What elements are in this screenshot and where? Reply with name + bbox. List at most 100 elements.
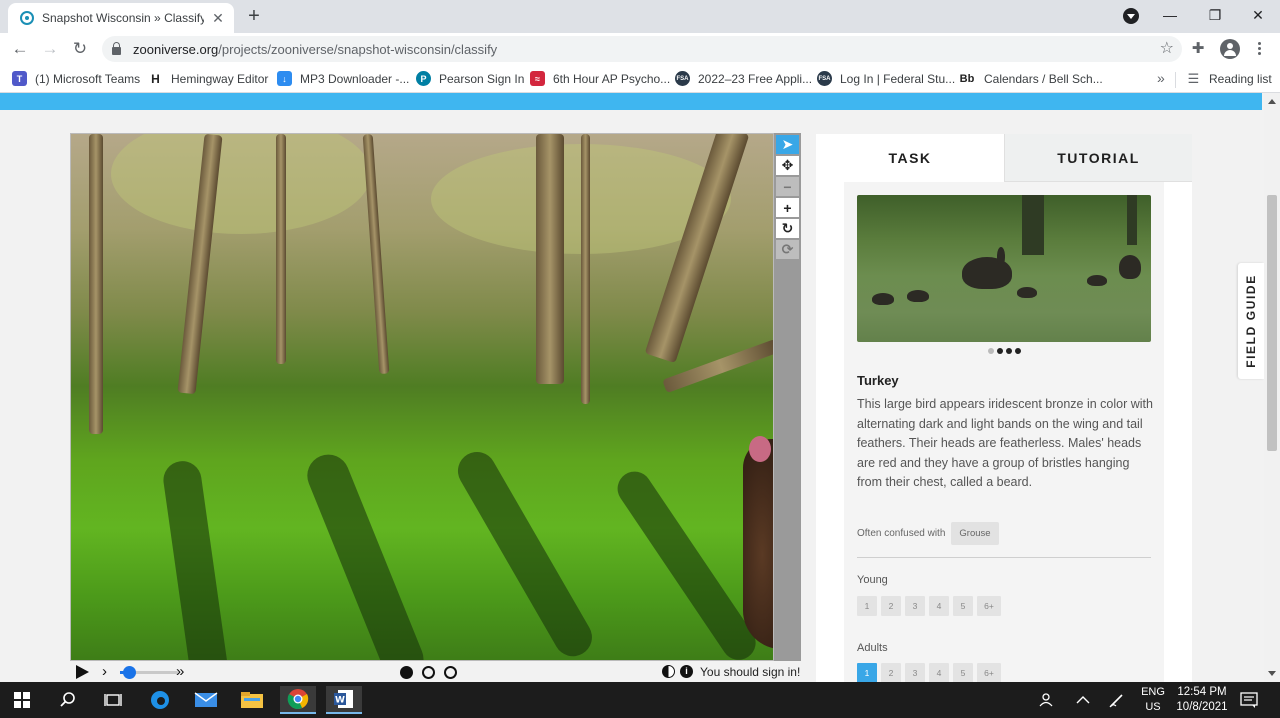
system-clock[interactable]: 12:54 PM 10/8/2021 <box>1172 685 1232 715</box>
bookmark-item-pearson[interactable]: P Pearson Sign In <box>416 71 524 86</box>
browser-tab-active[interactable]: Snapshot Wisconsin » Classify — ✕ <box>8 3 234 33</box>
adults-option[interactable]: 4 <box>929 663 949 682</box>
frame-dot-1[interactable] <box>400 666 413 679</box>
young-option[interactable]: 1 <box>857 596 877 616</box>
scroll-up-arrow-icon[interactable] <box>1268 99 1276 104</box>
bookmark-item-psych[interactable]: ≈ 6th Hour AP Psycho... <box>530 71 670 86</box>
reset-icon[interactable]: ⟳ <box>776 240 799 259</box>
playback-speed-slider[interactable] <box>120 666 178 679</box>
photo-poult <box>872 293 894 305</box>
tray-expand-chevron-icon[interactable] <box>1076 682 1090 718</box>
contrast-icon[interactable] <box>662 665 675 678</box>
back-arrow-icon[interactable]: ← <box>8 37 32 61</box>
tab-task[interactable]: TASK <box>816 134 1004 182</box>
profile-avatar-icon[interactable] <box>1220 39 1240 59</box>
bookmark-label: MP3 Downloader -... <box>300 71 410 86</box>
select-tool-arrow-icon[interactable]: ➤ <box>776 135 799 154</box>
play-icon[interactable] <box>76 665 89 679</box>
browser-menu-icon[interactable] <box>1252 40 1266 58</box>
edge-browser-icon[interactable] <box>142 686 178 714</box>
adults-option[interactable]: 6+ <box>977 663 1001 682</box>
people-icon[interactable] <box>1038 682 1056 718</box>
young-option[interactable]: 4 <box>929 596 949 616</box>
window-minimize-icon[interactable]: — <box>1155 4 1185 26</box>
clock-date: 10/8/2021 <box>1176 701 1228 713</box>
notifications-icon[interactable] <box>1240 682 1258 718</box>
species-name: Turkey <box>857 373 899 388</box>
file-explorer-icon[interactable] <box>234 686 270 714</box>
confused-with-label: Often confused with <box>857 528 946 539</box>
adults-option[interactable]: 1 <box>857 663 877 682</box>
bookmark-star-icon[interactable]: ☆ <box>1160 38 1174 58</box>
language-indicator[interactable]: ENG US <box>1138 685 1168 715</box>
chrome-icon[interactable] <box>280 686 316 714</box>
carousel-dot[interactable] <box>996 348 1003 354</box>
tab-close-icon[interactable]: ✕ <box>210 10 226 27</box>
search-icon[interactable] <box>50 686 86 714</box>
photo-turkey <box>1119 255 1141 279</box>
photo-tree <box>1127 195 1137 245</box>
young-option[interactable]: 3 <box>905 596 925 616</box>
mail-icon[interactable] <box>188 686 224 714</box>
bookmark-item-federal-student[interactable]: FSA Log In | Federal Stu... <box>817 71 955 86</box>
confused-with-row: Often confused with Grouse <box>857 522 999 545</box>
signin-message[interactable]: You should sign in! <box>700 665 800 679</box>
bookmark-item-teams[interactable]: T (1) Microsoft Teams <box>12 71 140 86</box>
window-restore-icon[interactable]: ❐ <box>1200 4 1230 26</box>
forward-arrow-icon[interactable]: → <box>38 37 62 61</box>
scrollbar-thumb[interactable] <box>1267 195 1277 451</box>
zoom-out-minus-icon[interactable]: − <box>776 177 799 196</box>
tab-tutorial[interactable]: TUTORIAL <box>1004 134 1192 182</box>
bookmark-label: 2022–23 Free Appli... <box>698 71 813 86</box>
young-option[interactable]: 6+ <box>977 596 1001 616</box>
pen-icon[interactable] <box>1108 682 1126 718</box>
adults-option[interactable]: 5 <box>953 663 973 682</box>
carousel-dot[interactable] <box>1014 348 1021 354</box>
word-icon[interactable]: W <box>326 686 362 714</box>
photo-turkey-neck <box>997 247 1005 265</box>
bookmarks-divider <box>1175 72 1176 88</box>
bookmark-item-mp3[interactable]: ↓ MP3 Downloader -... <box>277 71 409 86</box>
bookmarks-overflow-icon[interactable]: » <box>1157 70 1165 86</box>
zoom-in-plus-icon[interactable]: + <box>776 198 799 217</box>
subject-image[interactable] <box>70 133 774 661</box>
frame-dot-2[interactable] <box>422 666 435 679</box>
bookmark-item-hemingway[interactable]: H Hemingway Editor <box>148 71 268 86</box>
species-description: This large bird appears iridescent bronz… <box>857 397 1153 490</box>
species-example-photo[interactable] <box>857 195 1151 342</box>
tab-search-icon[interactable] <box>1123 8 1139 24</box>
new-tab-plus-icon[interactable]: + <box>243 4 265 28</box>
young-option[interactable]: 5 <box>953 596 973 616</box>
young-label: Young <box>857 574 888 586</box>
confused-species-button[interactable]: Grouse <box>951 522 999 545</box>
url-host: zooniverse.org <box>133 41 219 57</box>
rotate-icon[interactable]: ↻ <box>776 219 799 238</box>
field-guide-tab[interactable]: FIELD GUIDE <box>1238 263 1264 379</box>
step-back-icon[interactable]: › <box>102 663 107 680</box>
bookmark-item-fafsa[interactable]: FSA 2022–23 Free Appli... <box>675 71 812 86</box>
tree-trunk <box>581 134 590 404</box>
address-bar[interactable]: zooniverse.org /projects/zooniverse/snap… <box>102 36 1182 62</box>
reload-icon[interactable]: ↻ <box>68 37 92 61</box>
bookmark-item-calendars[interactable]: Bb Calendars / Bell Sch... <box>958 71 1103 86</box>
scroll-down-arrow-icon[interactable] <box>1268 671 1276 676</box>
adults-option[interactable]: 3 <box>905 663 925 682</box>
photo-carousel-dots[interactable] <box>844 348 1164 354</box>
step-forward-icon[interactable]: » <box>176 663 184 680</box>
slider-knob[interactable] <box>122 666 136 679</box>
task-view-icon[interactable] <box>95 686 131 714</box>
page-scrollbar[interactable] <box>1264 93 1280 682</box>
window-close-icon[interactable]: ✕ <box>1243 4 1273 26</box>
tree-trunk <box>89 134 103 434</box>
reading-list-button[interactable]: ☰ Reading list <box>1186 71 1272 86</box>
carousel-dot[interactable] <box>987 348 994 354</box>
reading-list-icon: ☰ <box>1187 70 1200 86</box>
young-option[interactable]: 2 <box>881 596 901 616</box>
frame-dot-3[interactable] <box>444 666 457 679</box>
adults-option[interactable]: 2 <box>881 663 901 682</box>
extensions-puzzle-icon[interactable]: ✚ <box>1188 39 1208 59</box>
carousel-dot[interactable] <box>1005 348 1012 354</box>
windows-start-icon[interactable] <box>4 686 40 714</box>
pan-tool-move-icon[interactable]: ✥ <box>776 156 799 175</box>
info-icon[interactable]: i <box>680 665 693 678</box>
